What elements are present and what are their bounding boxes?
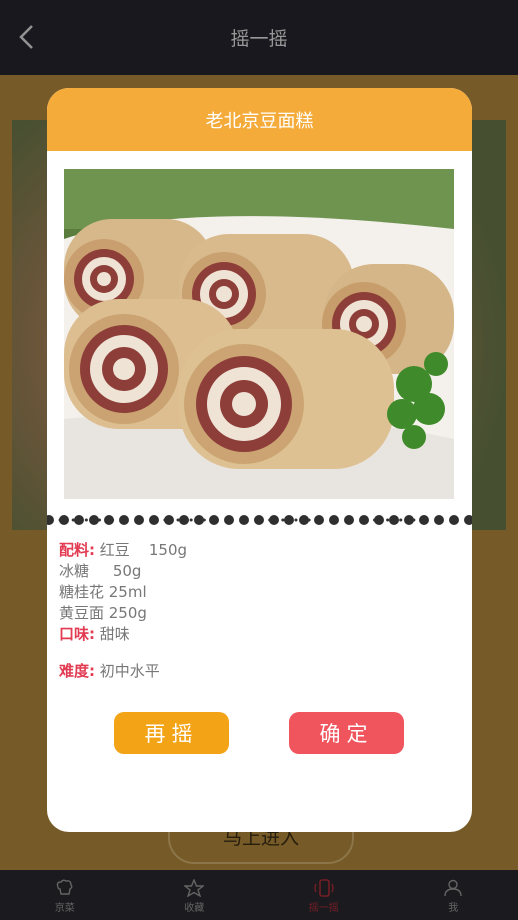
ingredient-item: 红豆 150g bbox=[99, 541, 188, 559]
perforated-divider bbox=[47, 515, 472, 525]
difficulty-label: 难度: bbox=[59, 662, 95, 680]
taste-label: 口味: bbox=[59, 625, 95, 643]
taste-value: 甜味 bbox=[99, 625, 130, 643]
dish-photo bbox=[64, 169, 454, 499]
dialog-header: 老北京豆面糕 bbox=[47, 88, 472, 151]
dialog-title: 老北京豆面糕 bbox=[205, 110, 314, 132]
ingredients-label: 配料: bbox=[59, 541, 95, 559]
taste-row: 口味: 甜味 bbox=[59, 624, 459, 645]
recipe-dialog: 老北京豆面糕 配料: 红豆 150g 冰糖 50g 糖桂花 25ml 黄豆面 2… bbox=[47, 88, 472, 832]
difficulty-row: 难度: 初中水平 bbox=[59, 661, 459, 682]
difficulty-value: 初中水平 bbox=[99, 662, 160, 680]
ingredient-item: 黄豆面 250g bbox=[59, 604, 147, 622]
ingredient-item: 冰糖 50g bbox=[59, 562, 142, 580]
ingredients-row: 配料: 红豆 150g bbox=[59, 540, 459, 561]
confirm-button[interactable]: 确定 bbox=[289, 712, 404, 754]
ingredient-item: 糖桂花 25ml bbox=[59, 583, 147, 601]
shake-again-button[interactable]: 再摇 bbox=[114, 712, 229, 754]
recipe-info: 配料: 红豆 150g 冰糖 50g 糖桂花 25ml 黄豆面 250g 口味:… bbox=[59, 540, 459, 682]
